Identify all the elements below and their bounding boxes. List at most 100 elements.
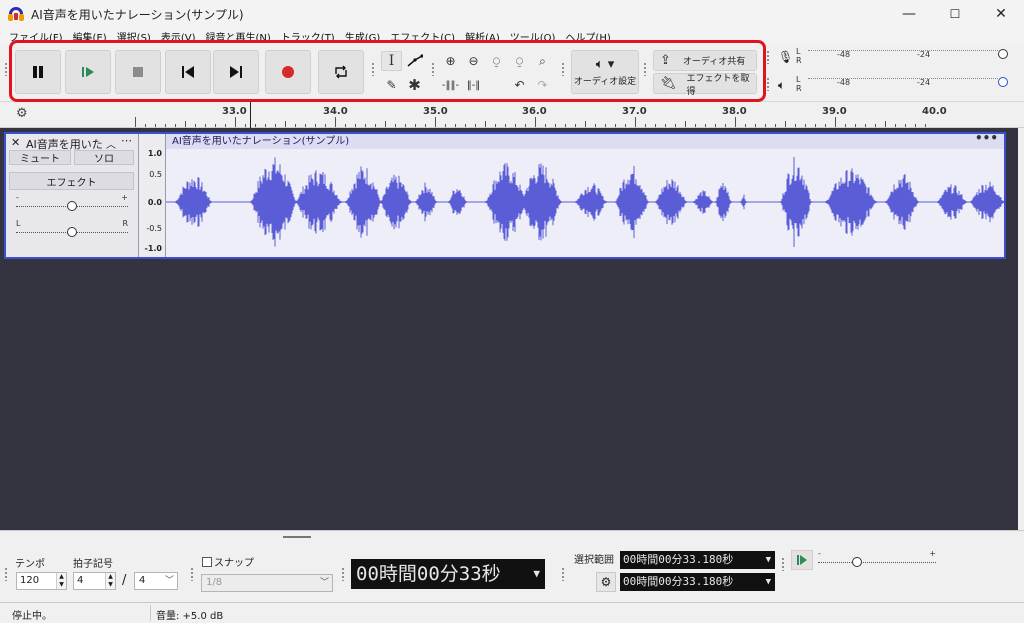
playback-meter[interactable]: 🔈︎ LR -48 -24	[774, 75, 1024, 97]
toolbar-grip[interactable]	[766, 77, 770, 91]
record-button[interactable]	[265, 50, 311, 94]
selection-end-value: 00時間00分33.180秒	[623, 575, 734, 588]
menu-bar: ファイル(F) 編集(E) 選択(S) 表示(V) 録音と再生(N) トラック(…	[0, 28, 1024, 44]
skip-to-start-button[interactable]	[165, 50, 211, 94]
playback-volume-knob[interactable]	[998, 77, 1008, 87]
playback-speed-slider[interactable]: - +	[818, 549, 936, 568]
envelope-tool-button[interactable]	[404, 51, 425, 71]
loop-icon	[335, 65, 347, 79]
play-button[interactable]	[65, 50, 111, 94]
ruler-tick-label: 38.0	[722, 106, 747, 117]
audio-setup-button[interactable]: 🔈︎ ▾ オーディオ設定	[571, 50, 639, 94]
vertical-scrollbar[interactable]	[1018, 128, 1024, 530]
snap-select[interactable]: 1/8 ﹀	[201, 574, 333, 592]
pan-slider-thumb[interactable]	[67, 227, 77, 237]
menu-file[interactable]: ファイル(F)	[4, 29, 68, 44]
menu-view[interactable]: 表示(V)	[156, 29, 201, 44]
multi-tool-button[interactable]: ✱	[404, 75, 425, 95]
zoom-toggle-button[interactable]: ⌕	[532, 51, 553, 71]
record-meter[interactable]: 🎙︎ LR -48 -24	[774, 47, 1024, 69]
audio-track[interactable]: ✕ AI音声を用いた ︿ ⋯ ミュート ソロ エフェクト - + L R 1.0…	[4, 131, 1006, 259]
snap-checkbox-row[interactable]: スナップ	[202, 554, 254, 569]
toolbar-grip[interactable]	[431, 62, 435, 76]
toolbar-grip[interactable]	[341, 567, 345, 581]
toolbar-grip[interactable]	[4, 62, 8, 76]
tempo-input[interactable]: 120 ▲ ▼	[16, 572, 67, 590]
speed-slider-thumb[interactable]	[852, 557, 862, 567]
gear-icon[interactable]: ⚙	[596, 572, 616, 592]
close-icon[interactable]: ✕	[11, 136, 20, 149]
time-signature-lower[interactable]: 4 ﹀	[134, 572, 178, 590]
track-menu-icon[interactable]: ⋯	[121, 134, 133, 147]
chevron-down-icon[interactable]: ▼	[533, 559, 540, 589]
collapse-icon[interactable]: ︿	[106, 136, 116, 151]
ruler-minor-tick	[435, 117, 436, 127]
redo-button[interactable]: ↷	[532, 75, 553, 95]
clip-header[interactable]: AI音声を用いたナレーション(サンプル) •••	[166, 131, 1004, 149]
toolbar-grip[interactable]	[561, 567, 565, 581]
zoom-in-button[interactable]: ⊕	[440, 51, 461, 71]
solo-button[interactable]: ソロ	[74, 150, 134, 165]
silence-button[interactable]: ‖-‖	[463, 75, 484, 95]
pause-button[interactable]	[15, 50, 61, 94]
menu-generate[interactable]: 生成(G)	[340, 29, 386, 44]
draw-tool-button[interactable]: ✎	[381, 75, 402, 95]
gain-slider[interactable]: - +	[16, 193, 128, 212]
gain-slider-thumb[interactable]	[67, 201, 77, 211]
toolbar-grip[interactable]	[561, 62, 565, 76]
skip-to-end-button[interactable]	[213, 50, 259, 94]
clip-menu-icon[interactable]: •••	[975, 131, 998, 146]
toolbar-grip[interactable]	[643, 62, 647, 76]
play-at-speed-button[interactable]	[791, 550, 813, 570]
track-area[interactable]: ✕ AI音声を用いた ︿ ⋯ ミュート ソロ エフェクト - + L R 1.0…	[0, 128, 1018, 530]
get-effects-button[interactable]: 🔌︎ エフェクトを取得	[653, 73, 757, 97]
stop-button[interactable]	[115, 50, 161, 94]
chevron-down-icon: ﹀	[319, 578, 329, 588]
resize-handle[interactable]	[283, 536, 311, 538]
share-audio-button[interactable]: ⇪ オーディオ共有	[653, 50, 757, 71]
fit-selection-button[interactable]: ⍜	[486, 51, 507, 71]
trim-button[interactable]: -‖‖-	[440, 75, 461, 95]
fit-project-button[interactable]: ⍜	[509, 51, 530, 71]
ruler-minor-tick	[835, 117, 836, 127]
audio-clip[interactable]: AI音声を用いたナレーション(サンプル) •••	[166, 131, 1004, 257]
toolbar-grip[interactable]	[371, 62, 375, 76]
toolbar-grip[interactable]	[190, 567, 194, 581]
loop-button[interactable]	[318, 50, 364, 94]
menu-transport[interactable]: 録音と再生(N)	[201, 29, 276, 44]
mute-button[interactable]: ミュート	[9, 150, 71, 165]
toolbar-grip[interactable]	[781, 557, 785, 571]
undo-button[interactable]: ↶	[509, 75, 530, 95]
timeline-ruler[interactable]: ⚙ 33.0 34.0 35.0 36.0 37.0 38.0 39.0 40.…	[0, 102, 1024, 128]
spinner-arrows-icon[interactable]: ▲ ▼	[56, 573, 66, 589]
selection-tool-button[interactable]: I	[381, 51, 402, 71]
maximize-button[interactable]: ☐	[932, 0, 978, 28]
chevron-down-icon[interactable]: ▼	[766, 573, 771, 591]
toolbar-grip[interactable]	[766, 50, 770, 64]
menu-select[interactable]: 選択(S)	[112, 29, 156, 44]
time-display[interactable]: 00時間00分33秒 ▼	[351, 559, 545, 589]
menu-effect[interactable]: エフェクト(C)	[385, 29, 460, 44]
menu-edit[interactable]: 編集(E)	[68, 29, 112, 44]
ruler-minor-tick	[865, 124, 866, 127]
record-volume-knob[interactable]	[998, 49, 1008, 59]
minimize-button[interactable]: —	[886, 0, 932, 28]
track-control-panel[interactable]: ✕ AI音声を用いた ︿ ⋯ ミュート ソロ エフェクト - + L R	[6, 134, 139, 257]
menu-tools[interactable]: ツール(O)	[505, 29, 561, 44]
selection-end-time[interactable]: 00時間00分33.180秒 ▼	[620, 573, 775, 591]
selection-start-time[interactable]: 00時間00分33.180秒 ▼	[620, 551, 775, 569]
snap-checkbox[interactable]	[202, 556, 212, 567]
gear-icon[interactable]: ⚙	[16, 106, 28, 121]
menu-analyze[interactable]: 解析(A)	[460, 29, 505, 44]
menu-tracks[interactable]: トラック(T)	[276, 29, 340, 44]
spinner-arrows-icon[interactable]: ▲ ▼	[105, 573, 115, 589]
time-signature-upper[interactable]: 4 ▲ ▼	[73, 572, 116, 590]
chevron-down-icon[interactable]: ▼	[766, 551, 771, 569]
close-button[interactable]: ✕	[978, 0, 1024, 28]
zoom-out-button[interactable]: ⊖	[463, 51, 484, 71]
toolbar-grip[interactable]	[4, 567, 8, 581]
menu-help[interactable]: ヘルプ(H)	[560, 29, 615, 44]
effects-button[interactable]: エフェクト	[9, 172, 134, 190]
pan-slider[interactable]: L R	[16, 219, 128, 238]
waveform[interactable]	[166, 149, 1004, 257]
